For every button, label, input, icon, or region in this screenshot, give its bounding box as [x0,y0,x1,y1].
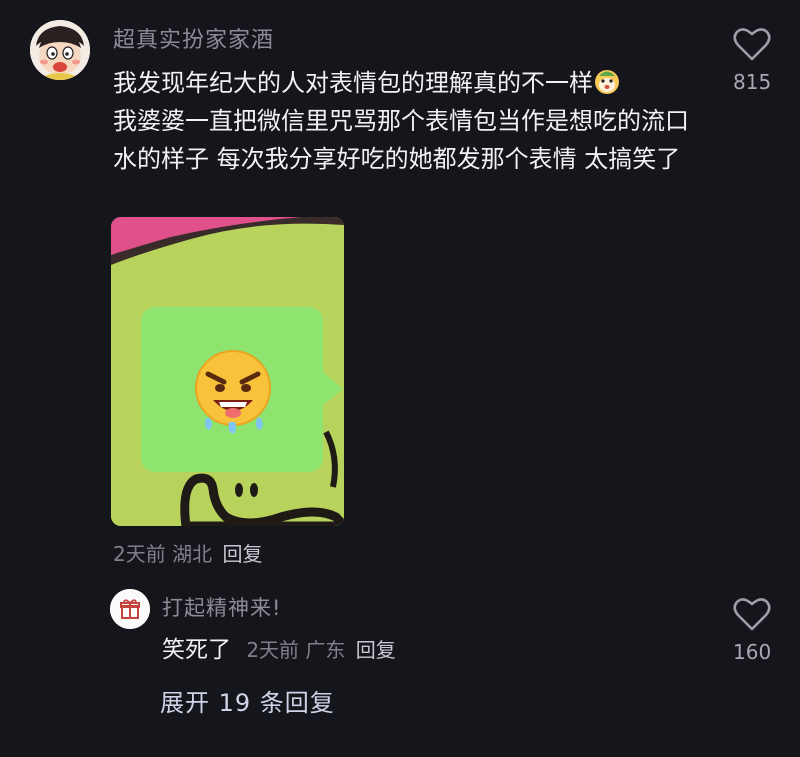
avatar[interactable] [30,20,90,80]
reply-location: 广东 [305,638,346,662]
comment-text-rest: 我婆婆一直把微信里咒骂那个表情包当作是想吃的流口水的样子 每次我分享好吃的她都发… [113,107,689,173]
reply-time: 2天前 [246,638,300,662]
comment-time: 2天前 [113,542,166,566]
comment-text: 我发现年纪大的人对表情包的理解真的不一样 我婆婆一直把微信里咒骂那个表情包当作是… [113,64,703,178]
comment-text-first: 我发现年纪大的人对表情包的理解真的不一样 [113,69,593,97]
reply-text: 笑死了 [162,637,231,663]
like-count: 815 [733,70,772,94]
heart-icon[interactable] [733,596,771,632]
comment-image[interactable] [111,217,344,526]
reply-like-count: 160 [733,640,772,664]
heart-icon[interactable] [733,26,771,62]
reply-username[interactable]: 打起精神来! [162,592,281,622]
wechat-sticker-image [111,217,344,526]
comment-username[interactable]: 超真实扮家家酒 [113,22,274,54]
expand-replies-button[interactable]: 展开 19 条回复 [160,683,335,718]
cartoon-avatar-icon [30,20,90,80]
reply-content: 笑死了 2天前 广东 回复 [162,630,396,664]
reply-avatar[interactable] [110,589,150,629]
comment-location: 湖北 [172,542,213,566]
mascot-emoji-icon [595,70,619,94]
gift-icon [110,589,150,629]
reply-meta: 2天前 广东 回复 [246,638,395,662]
reply-button[interactable]: 回复 [222,542,262,566]
comment-meta: 2天前 湖北 回复 [113,538,262,567]
reply-reply-button[interactable]: 回复 [356,638,396,662]
